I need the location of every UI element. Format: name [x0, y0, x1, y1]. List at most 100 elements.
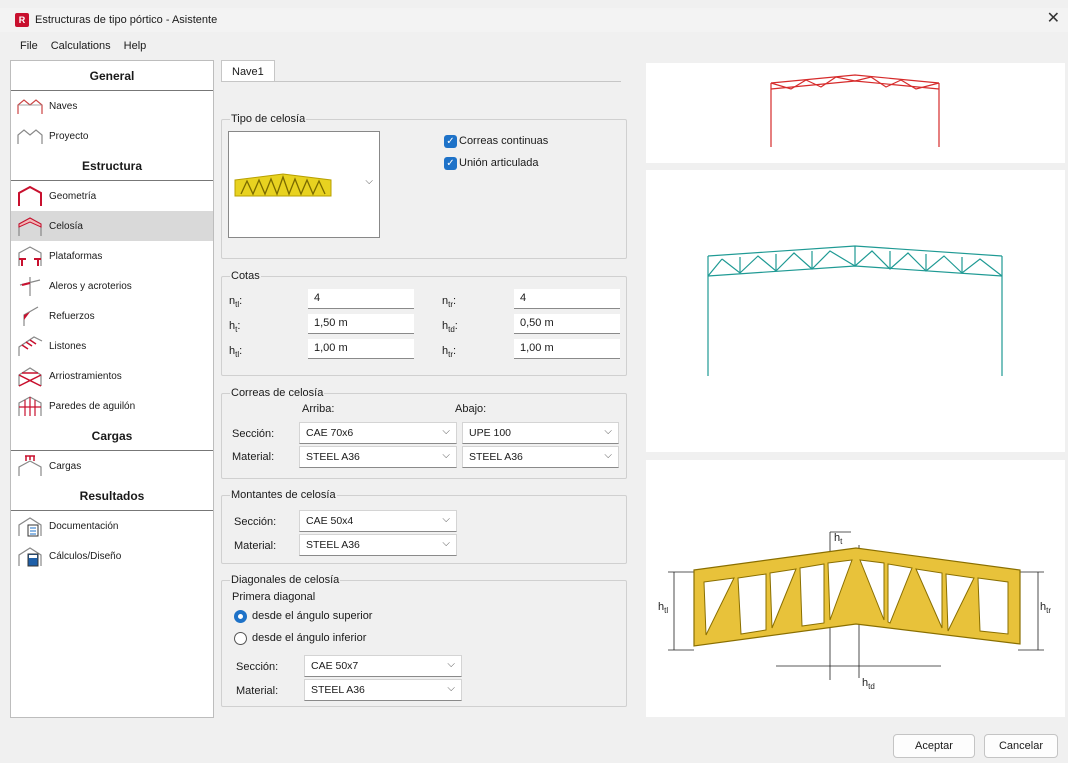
- calculator-icon: [15, 544, 45, 568]
- sidebar-item-celosia[interactable]: Celosía: [11, 211, 213, 241]
- preview-front-red: [646, 63, 1065, 163]
- label-superior: desde el ángulo superior: [252, 610, 373, 622]
- checkbox-correas-continuas[interactable]: ✓: [444, 135, 457, 148]
- select-seccion-arriba[interactable]: CAE 70x6 ⌵: [299, 422, 457, 444]
- sidebar-item-label: Arriostramientos: [49, 370, 122, 382]
- chevron-down-icon: ⌵: [442, 426, 450, 437]
- label-correas-continuas: Correas continuas: [459, 135, 549, 147]
- tab-nave1[interactable]: Nave1: [221, 60, 275, 82]
- label-union-articulada: Unión articulada: [459, 157, 539, 169]
- frame-preview-red: [770, 74, 940, 147]
- label-material: Material:: [236, 685, 279, 697]
- label-ht: ht:: [229, 320, 241, 335]
- group-title: Tipo de celosía: [230, 113, 307, 125]
- input-ntr[interactable]: 4: [514, 289, 620, 309]
- aceptar-button[interactable]: Aceptar: [893, 734, 975, 758]
- input-ntl[interactable]: 4: [308, 289, 414, 309]
- sidebar-item-label: Cálculos/Diseño: [49, 550, 122, 562]
- select-seccion-abajo[interactable]: UPE 100 ⌵: [462, 422, 619, 444]
- select-diagonales-material[interactable]: STEEL A36 ⌵: [304, 679, 462, 701]
- sidebar-item-calculos[interactable]: Cálculos/Diseño: [11, 541, 213, 571]
- label-seccion: Sección:: [236, 661, 279, 673]
- sidebar-item-refuerzos[interactable]: Refuerzos: [11, 301, 213, 331]
- window-title: Estructuras de tipo pórtico - Asistente: [35, 14, 218, 26]
- select-material-arriba[interactable]: STEEL A36 ⌵: [299, 446, 457, 468]
- label-material: Material:: [232, 451, 275, 463]
- sidebar-item-proyecto[interactable]: Proyecto: [11, 121, 213, 151]
- diagram-label-ht: ht: [834, 532, 843, 546]
- radio-inferior[interactable]: [234, 632, 247, 645]
- sidebar-item-aleros[interactable]: Aleros y acroterios: [11, 271, 213, 301]
- menu-calculations[interactable]: Calculations: [51, 40, 111, 52]
- diagram-label-htl: htl: [658, 601, 668, 615]
- sidebar-item-label: Listones: [49, 340, 87, 352]
- select-montantes-material[interactable]: STEEL A36 ⌵: [299, 534, 457, 556]
- group-title: Cotas: [230, 270, 261, 282]
- main-panel: Nave1 Tipo de celosía ⌵ ✓ Correas contin…: [221, 60, 629, 715]
- chevron-down-icon: ⌵: [442, 538, 450, 549]
- label-htr: htr:: [442, 345, 457, 360]
- sidebar-item-label: Geometría: [49, 190, 97, 202]
- proyecto-icon: [15, 124, 45, 148]
- select-material-abajo[interactable]: STEEL A36 ⌵: [462, 446, 619, 468]
- chevron-down-icon: ⌵: [447, 683, 455, 694]
- sidebar-item-label: Plataformas: [49, 250, 103, 262]
- select-montantes-seccion[interactable]: CAE 50x4 ⌵: [299, 510, 457, 532]
- geometry-icon: [15, 184, 45, 208]
- sidebar-item-documentacion[interactable]: Documentación: [11, 511, 213, 541]
- sidebar-item-plataformas[interactable]: Plataformas: [11, 241, 213, 271]
- label-material: Material:: [234, 540, 277, 552]
- sidebar-header-estructura: Estructura: [11, 151, 213, 181]
- truss-dimension-diagram: ht htl htr htd: [658, 531, 1051, 691]
- bracing-icon: [15, 364, 45, 388]
- sidebar-item-cargas[interactable]: Cargas: [11, 451, 213, 481]
- chevron-down-icon: ⌵: [604, 450, 612, 461]
- group-title: Montantes de celosía: [230, 489, 337, 501]
- cancelar-button[interactable]: Cancelar: [984, 734, 1058, 758]
- menu-file[interactable]: File: [20, 40, 38, 52]
- sidebar-item-label: Celosía: [49, 220, 83, 232]
- label-primera-diagonal: Primera diagonal: [232, 591, 316, 603]
- loads-icon: [15, 454, 45, 478]
- group-title: Diagonales de celosía: [230, 574, 341, 586]
- group-tipo-celosia: Tipo de celosía ⌵ ✓ Correas continuas ✓ …: [221, 113, 627, 259]
- sidebar-item-paredes[interactable]: Paredes de aguilón: [11, 391, 213, 421]
- platforms-icon: [15, 244, 45, 268]
- app-icon: R: [15, 13, 29, 27]
- sidebar-header-cargas: Cargas: [11, 421, 213, 451]
- sidebar-item-label: Proyecto: [49, 130, 89, 142]
- radio-superior[interactable]: [234, 610, 247, 623]
- sidebar-header-general: General: [11, 61, 213, 91]
- label-abajo: Abajo:: [455, 403, 487, 415]
- group-title: Correas de celosía: [230, 387, 325, 399]
- sidebar-item-listones[interactable]: Listones: [11, 331, 213, 361]
- tab-divider: [221, 81, 621, 82]
- checkbox-union-articulada[interactable]: ✓: [444, 157, 457, 170]
- input-htd[interactable]: 0,50 m: [514, 314, 620, 334]
- menu-bar: File Calculations Help: [0, 36, 146, 56]
- label-seccion: Sección:: [232, 428, 275, 440]
- input-htl[interactable]: 1,00 m: [308, 339, 414, 359]
- label-htl: htl:: [229, 345, 243, 360]
- input-ht[interactable]: 1,50 m: [308, 314, 414, 334]
- input-htr[interactable]: 1,00 m: [514, 339, 620, 359]
- battens-icon: [15, 334, 45, 358]
- truss-icon: [15, 214, 45, 238]
- menu-help[interactable]: Help: [124, 40, 147, 52]
- title-bar: R Estructuras de tipo pórtico - Asistent…: [0, 8, 1068, 32]
- chevron-down-icon: ⌵: [447, 659, 455, 670]
- label-seccion: Sección:: [234, 516, 277, 528]
- close-icon[interactable]: ✕: [1047, 11, 1060, 27]
- preview-front-teal: [646, 170, 1065, 452]
- sidebar-item-geometria[interactable]: Geometría: [11, 181, 213, 211]
- diagram-label-htd: htd: [862, 677, 875, 691]
- chevron-down-icon: ⌵: [442, 450, 450, 461]
- preview-truss-diagram: ht htl htr htd: [646, 460, 1065, 717]
- truss-type-dropdown[interactable]: ⌵: [228, 131, 380, 238]
- naves-icon: [15, 94, 45, 118]
- diagram-label-htr: htr: [1040, 601, 1051, 615]
- select-diagonales-seccion[interactable]: CAE 50x7 ⌵: [304, 655, 462, 677]
- sidebar-item-arriostramientos[interactable]: Arriostramientos: [11, 361, 213, 391]
- sidebar-item-naves[interactable]: Naves: [11, 91, 213, 121]
- frame-preview-teal: [707, 245, 1003, 376]
